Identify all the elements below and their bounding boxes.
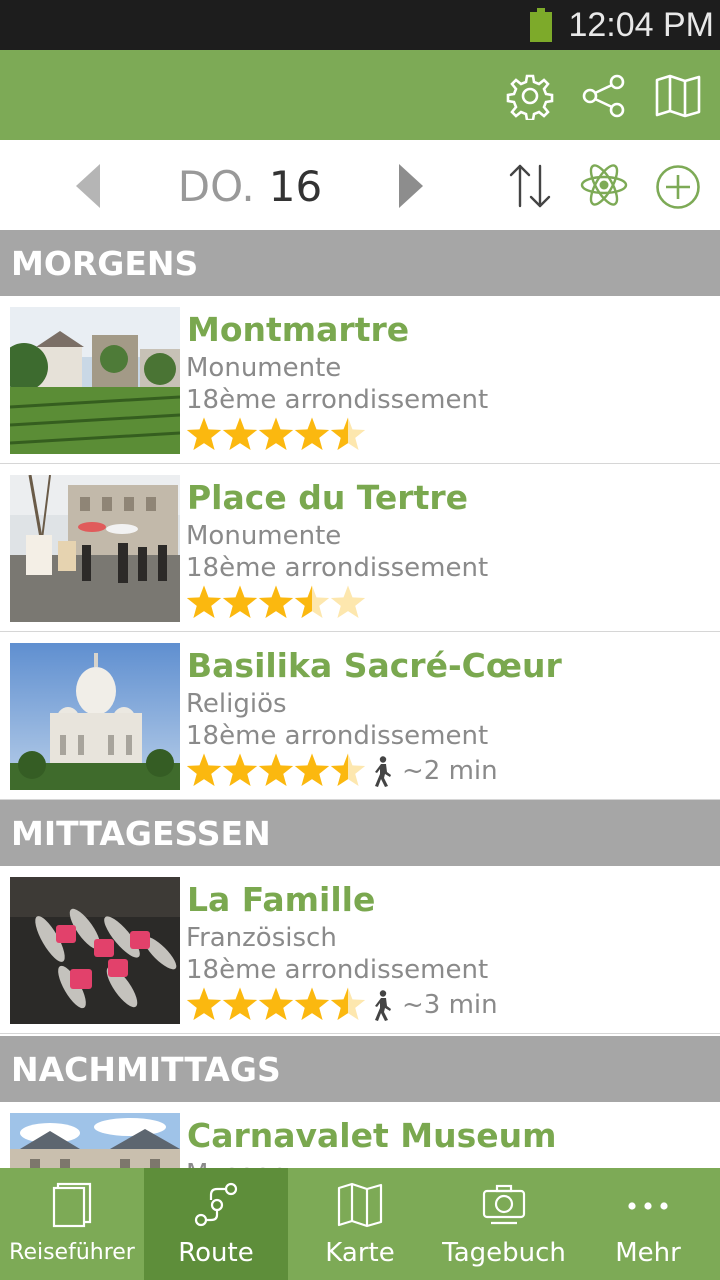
star-full <box>222 585 258 619</box>
walking-person-icon <box>375 756 391 787</box>
item-category: Religiös <box>186 689 287 719</box>
star-full <box>294 417 330 451</box>
rating-stars <box>186 585 366 619</box>
tab-tagebuch[interactable]: Tagebuch <box>432 1168 576 1280</box>
walk-time: ~3 min <box>402 990 498 1020</box>
rating-stars <box>186 417 366 451</box>
section-header-afternoon: NACHMITTAGS <box>0 1036 720 1102</box>
item-area: 18ème arrondissement <box>186 955 489 985</box>
status-bar: 12:04 PM <box>0 0 720 50</box>
sort-icon[interactable] <box>506 162 554 210</box>
add-circle-icon[interactable] <box>655 164 701 210</box>
camera-icon <box>482 1184 526 1225</box>
day-of-week: DO. <box>177 162 255 211</box>
place-photo-montmartre <box>10 307 180 454</box>
settings-gear-icon[interactable] <box>506 72 554 120</box>
tab-reisefuehrer[interactable]: Reiseführer <box>0 1168 144 1280</box>
star-full <box>186 753 222 787</box>
rating-stars <box>186 753 366 787</box>
list-item[interactable]: La Famille Französisch 18ème arrondissem… <box>0 866 720 1034</box>
day-number: 16 <box>268 162 323 211</box>
place-photo-sacre-coeur <box>10 643 180 790</box>
previous-day-arrow-icon[interactable] <box>76 164 102 208</box>
star-full <box>186 585 222 619</box>
star-full <box>258 753 294 787</box>
walking-person-icon <box>375 990 391 1021</box>
atom-icon[interactable] <box>580 160 628 210</box>
tab-label: Karte <box>325 1238 395 1268</box>
star-full <box>222 753 258 787</box>
battery-icon <box>530 8 552 42</box>
bottom-navigation: Reiseführer Route Karte Tagebuch Mehr <box>0 1168 720 1280</box>
day-navigation <box>0 140 720 230</box>
star-full <box>294 987 330 1021</box>
item-title: Carnavalet Museum <box>187 1116 557 1155</box>
more-icon <box>628 1202 668 1210</box>
tab-label: Route <box>178 1238 254 1268</box>
route-icon <box>194 1182 238 1227</box>
map-icon <box>337 1182 383 1228</box>
current-day-label: DO. 16 <box>140 140 360 230</box>
action-bar <box>0 50 720 140</box>
tab-label: Mehr <box>615 1238 681 1268</box>
place-photo-place-du-tertre <box>10 475 180 622</box>
star-full <box>186 417 222 451</box>
place-photo-la-famille <box>10 877 180 1024</box>
tab-karte[interactable]: Karte <box>288 1168 432 1280</box>
section-header-morning: MORGENS <box>0 230 720 296</box>
star-full <box>258 585 294 619</box>
section-header-lunch: MITTAGESSEN <box>0 800 720 866</box>
star-full <box>186 987 222 1021</box>
clock: 12:04 PM <box>568 6 714 44</box>
share-icon[interactable] <box>580 72 628 120</box>
item-category: Französisch <box>186 923 337 953</box>
star-full <box>258 417 294 451</box>
list-item[interactable]: Place du Tertre Monumente 18ème arrondis… <box>0 464 720 632</box>
star-full <box>258 987 294 1021</box>
item-title: Place du Tertre <box>187 478 469 517</box>
star-full <box>294 753 330 787</box>
item-category: Monumente <box>186 521 342 551</box>
item-area: 18ème arrondissement <box>186 721 489 751</box>
tab-mehr[interactable]: Mehr <box>576 1168 720 1280</box>
tab-route[interactable]: Route <box>144 1168 288 1280</box>
star-full <box>222 417 258 451</box>
list-item[interactable]: Montmartre Monumente 18ème arrondissemen… <box>0 296 720 464</box>
next-day-arrow-icon[interactable] <box>397 164 423 208</box>
tab-label: Tagebuch <box>442 1238 566 1268</box>
item-title: La Famille <box>187 880 376 919</box>
tab-label: Reiseführer <box>9 1240 135 1265</box>
item-title: Montmartre <box>187 310 410 349</box>
walk-time: ~2 min <box>402 756 498 786</box>
item-category: Monumente <box>186 353 342 383</box>
list-item[interactable]: Basilika Sacré-Cœur Religiös 18ème arron… <box>0 632 720 800</box>
rating-stars <box>186 987 366 1021</box>
item-area: 18ème arrondissement <box>186 553 489 583</box>
map-icon[interactable] <box>654 72 702 120</box>
book-icon <box>52 1182 92 1228</box>
star-full <box>222 987 258 1021</box>
star-empty <box>330 585 366 619</box>
item-title: Basilika Sacré-Cœur <box>187 646 562 685</box>
item-area: 18ème arrondissement <box>186 385 489 415</box>
